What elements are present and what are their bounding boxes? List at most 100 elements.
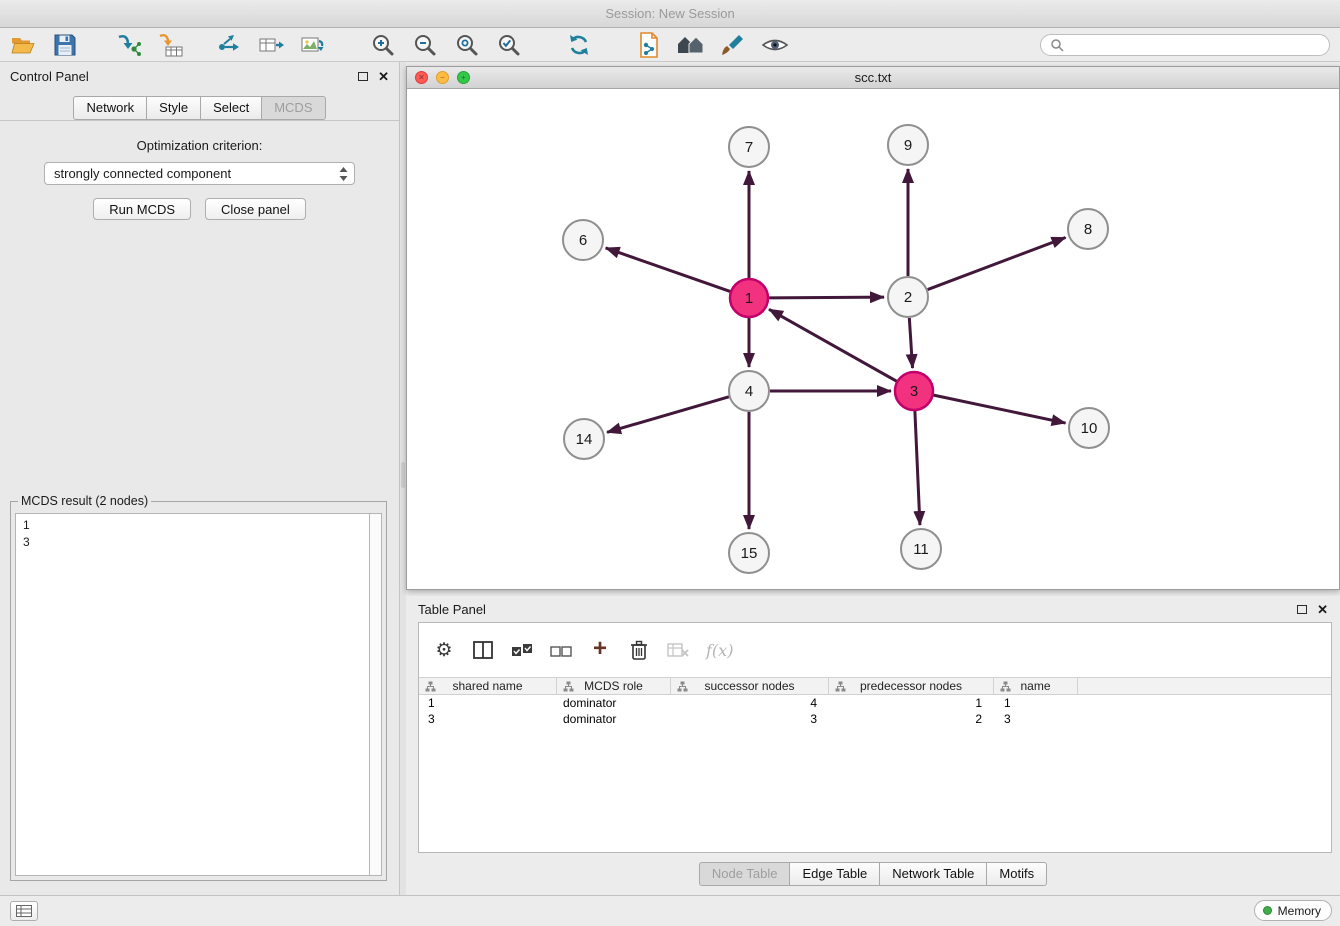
export-table-button[interactable] — [256, 31, 286, 59]
zoom-fit-button[interactable] — [452, 31, 482, 59]
graph-edge-2-3[interactable] — [909, 318, 912, 368]
home-icon — [676, 33, 706, 57]
cell-successor-nodes[interactable]: 4 — [671, 695, 829, 711]
search-input[interactable] — [1070, 38, 1320, 52]
import-network-button[interactable] — [114, 31, 144, 59]
graph-edge-3-1[interactable] — [769, 309, 897, 381]
control-panel: Control Panel ✕ Network Style Select MCD… — [0, 62, 400, 895]
column-header-mcds-role[interactable]: MCDS role — [557, 678, 671, 694]
export-image-icon — [300, 33, 326, 57]
graph-edge-3-10[interactable] — [934, 395, 1066, 423]
splitter-handle[interactable] — [401, 462, 405, 488]
titlebar[interactable]: Session: New Session — [0, 0, 1340, 28]
close-panel-button[interactable]: Close panel — [205, 198, 306, 220]
add-column-icon[interactable]: + — [589, 636, 611, 662]
cell-name[interactable]: 3 — [994, 711, 1078, 727]
network-window: ✕ − + scc.txt 7968124314101511 — [406, 66, 1340, 590]
tab-style[interactable]: Style — [146, 96, 201, 120]
tab-network-table[interactable]: Network Table — [879, 862, 987, 886]
memory-label: Memory — [1278, 904, 1321, 918]
tab-node-table[interactable]: Node Table — [699, 862, 791, 886]
cell-predecessor-nodes[interactable]: 2 — [829, 711, 994, 727]
zoom-in-icon — [370, 32, 396, 58]
zoom-window-button[interactable]: + — [457, 71, 470, 84]
save-session-button[interactable] — [50, 31, 80, 59]
table-panel: Table Panel ✕ ⚙ — [406, 596, 1340, 893]
graph-node-label-9: 9 — [904, 137, 912, 154]
float-table-panel-icon[interactable] — [1297, 605, 1307, 614]
graph-node-label-1: 1 — [745, 290, 753, 307]
memory-button[interactable]: Memory — [1254, 900, 1332, 921]
column-label: predecessor nodes — [860, 679, 962, 693]
export-network-button[interactable] — [214, 31, 244, 59]
float-panel-icon[interactable] — [358, 72, 368, 81]
network-window-title: scc.txt — [855, 70, 892, 85]
status-menu-button[interactable] — [10, 901, 38, 921]
graph-node-label-11: 11 — [913, 541, 929, 558]
run-mcds-button[interactable]: Run MCDS — [93, 198, 191, 220]
column-type-icon — [677, 681, 688, 692]
graph-edge-2-8[interactable] — [928, 237, 1066, 289]
table-row[interactable]: 3 dominator 3 2 3 — [419, 711, 1331, 727]
apply-style-button[interactable] — [718, 31, 748, 59]
list-icon — [16, 905, 32, 917]
table-settings-gear-icon[interactable]: ⚙ — [433, 637, 455, 663]
deselect-all-icon[interactable] — [550, 637, 572, 663]
tab-network[interactable]: Network — [73, 96, 147, 120]
column-header-name[interactable]: name — [994, 678, 1078, 694]
open-style-document-button[interactable] — [634, 31, 664, 59]
minimize-window-button[interactable]: − — [436, 71, 449, 84]
zoom-in-button[interactable] — [368, 31, 398, 59]
cell-shared-name[interactable]: 1 — [419, 695, 557, 711]
tab-motifs[interactable]: Motifs — [986, 862, 1047, 886]
table-panel-title: Table Panel — [418, 602, 486, 617]
eye-icon — [761, 35, 789, 55]
zoom-out-button[interactable] — [410, 31, 440, 59]
tab-select[interactable]: Select — [200, 96, 262, 120]
close-window-button[interactable]: ✕ — [415, 71, 428, 84]
graph-edge-3-11[interactable] — [915, 411, 920, 525]
import-network-icon — [116, 33, 142, 57]
zoom-selected-button[interactable] — [494, 31, 524, 59]
open-folder-icon — [11, 35, 35, 55]
style-brush-icon — [720, 33, 746, 57]
close-panel-icon[interactable]: ✕ — [378, 70, 389, 83]
home-button[interactable] — [676, 31, 706, 59]
cell-predecessor-nodes[interactable]: 1 — [829, 695, 994, 711]
open-session-button[interactable] — [8, 31, 38, 59]
mcds-result-scrollbar[interactable] — [369, 513, 382, 876]
cell-shared-name[interactable]: 3 — [419, 711, 557, 727]
cell-mcds-role[interactable]: dominator — [557, 695, 671, 711]
column-header-successor-nodes[interactable]: successor nodes — [671, 678, 829, 694]
column-header-shared-name[interactable]: shared name — [419, 678, 557, 694]
tab-edge-table[interactable]: Edge Table — [789, 862, 880, 886]
select-all-icon[interactable] — [511, 637, 533, 663]
graph-edge-1-6[interactable] — [606, 248, 730, 291]
search-box[interactable] — [1040, 34, 1330, 56]
graph-edge-4-14[interactable] — [607, 397, 729, 432]
tab-mcds[interactable]: MCDS — [261, 96, 325, 120]
show-columns-icon[interactable] — [472, 637, 494, 663]
mcds-result-groupbox: MCDS result (2 nodes) 1 3 — [10, 494, 387, 881]
export-image-button[interactable] — [298, 31, 328, 59]
cell-name[interactable]: 1 — [994, 695, 1078, 711]
refresh-view-button[interactable] — [564, 31, 594, 59]
cell-mcds-role[interactable]: dominator — [557, 711, 671, 727]
table-toolbar: ⚙ + — [419, 623, 1331, 677]
control-panel-title: Control Panel — [10, 69, 89, 84]
show-hide-button[interactable] — [760, 31, 790, 59]
cell-successor-nodes[interactable]: 3 — [671, 711, 829, 727]
delete-column-trash-icon[interactable] — [628, 637, 650, 663]
criterion-dropdown[interactable]: strongly connected component — [44, 162, 355, 185]
zoom-out-icon — [412, 32, 438, 58]
chevron-updown-icon — [339, 166, 348, 182]
network-canvas[interactable]: 7968124314101511 — [407, 89, 1339, 589]
mcds-result-text[interactable]: 1 3 — [15, 513, 369, 876]
column-header-predecessor-nodes[interactable]: predecessor nodes — [829, 678, 994, 694]
import-table-button[interactable] — [156, 31, 186, 59]
close-table-panel-icon[interactable]: ✕ — [1317, 603, 1328, 616]
window-title: Session: New Session — [605, 6, 734, 21]
table-row[interactable]: 1 dominator 4 1 1 — [419, 695, 1331, 711]
network-window-titlebar[interactable]: ✕ − + scc.txt — [407, 67, 1339, 89]
graph-edge-1-2[interactable] — [769, 297, 884, 298]
